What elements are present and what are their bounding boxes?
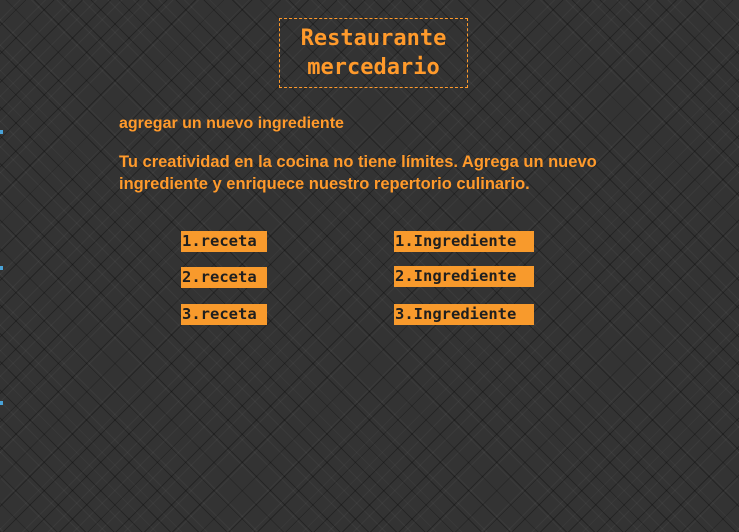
recipe-link-1[interactable]: 1.receta bbox=[181, 231, 267, 252]
ingredient-link-1[interactable]: 1.Ingrediente bbox=[394, 231, 534, 252]
recipe-link-3[interactable]: 3.receta bbox=[181, 304, 267, 325]
ingredient-link-2[interactable]: 2.Ingrediente bbox=[394, 266, 534, 287]
site-title-line-1: Restaurante bbox=[300, 26, 447, 51]
edge-marker bbox=[0, 130, 3, 134]
page-subtitle: agregar un nuevo ingrediente bbox=[119, 115, 344, 132]
recipe-link-2[interactable]: 2.receta bbox=[181, 267, 267, 288]
edge-marker bbox=[0, 401, 3, 405]
edge-marker bbox=[0, 266, 3, 270]
site-title-line-2: mercedario bbox=[307, 55, 440, 80]
site-title: Restaurante mercedario bbox=[279, 18, 468, 88]
page-description: Tu creatividad en la cocina no tiene lím… bbox=[119, 153, 597, 193]
ingredient-link-3[interactable]: 3.Ingrediente bbox=[394, 304, 534, 325]
